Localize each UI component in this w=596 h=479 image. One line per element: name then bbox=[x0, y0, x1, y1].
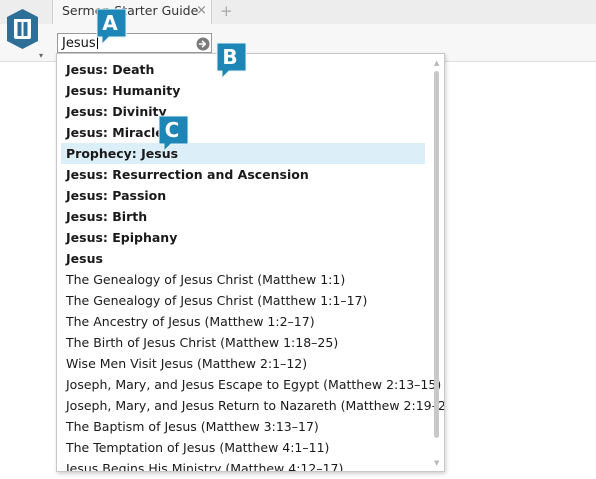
list-item[interactable]: Jesus Begins His Ministry (Matthew 4:12–… bbox=[61, 458, 425, 471]
suggestion-list: Jesus: Death Jesus: Humanity Jesus: Divini… bbox=[61, 59, 444, 471]
list-item[interactable]: Jesus: Humanity bbox=[61, 80, 425, 101]
list-item[interactable]: Jesus: Passion bbox=[61, 185, 425, 206]
chevron-down-icon[interactable]: ▾ bbox=[39, 52, 43, 60]
list-item[interactable]: The Temptation of Jesus (Matthew 4:1–11) bbox=[61, 437, 425, 458]
list-item[interactable]: Jesus: Birth bbox=[61, 206, 425, 227]
scroll-up-icon[interactable]: ▲ bbox=[434, 59, 439, 67]
scrollbar[interactable]: ▲ ▼ bbox=[431, 54, 444, 471]
tab-title: Sermon Starter Guide bbox=[62, 3, 199, 18]
callout-b: B bbox=[216, 42, 248, 80]
list-item[interactable]: Jesus: Divinity bbox=[61, 101, 425, 122]
go-arrow-icon[interactable] bbox=[196, 36, 210, 51]
callout-letter: A bbox=[102, 11, 118, 35]
app-window: Sermon Starter Guide × + ▾ Jesus Jesus: … bbox=[0, 0, 596, 479]
tab-strip: Sermon Starter Guide × + bbox=[0, 0, 596, 24]
callout-letter: B bbox=[222, 45, 238, 69]
add-tab-icon[interactable]: + bbox=[220, 2, 233, 20]
list-item[interactable]: The Birth of Jesus Christ (Matthew 1:18–… bbox=[61, 332, 425, 353]
search-suggestions-dropdown: Jesus: Death Jesus: Humanity Jesus: Divini… bbox=[56, 53, 445, 472]
list-item[interactable]: Jesus: Miracles bbox=[61, 122, 425, 143]
callout-c: C bbox=[158, 115, 190, 153]
tab-sermon-starter-guide[interactable]: Sermon Starter Guide × bbox=[52, 0, 212, 24]
list-item[interactable]: Jesus: Resurrection and Ascension bbox=[61, 164, 425, 185]
search-input-value: Jesus bbox=[62, 35, 98, 51]
scroll-down-icon[interactable]: ▼ bbox=[434, 459, 439, 467]
list-item[interactable]: Wise Men Visit Jesus (Matthew 2:1–12) bbox=[61, 353, 425, 374]
close-icon[interactable]: × bbox=[196, 3, 207, 19]
callout-a: A bbox=[96, 8, 128, 46]
list-item[interactable]: The Baptism of Jesus (Matthew 3:13–17) bbox=[61, 416, 425, 437]
list-item[interactable]: Jesus: Epiphany bbox=[61, 227, 425, 248]
list-item[interactable]: The Genealogy of Jesus Christ (Matthew 1… bbox=[61, 269, 425, 290]
list-item[interactable]: The Ancestry of Jesus (Matthew 1:2–17) bbox=[61, 311, 425, 332]
scrollbar-thumb[interactable] bbox=[434, 71, 439, 438]
list-item[interactable]: Joseph, Mary, and Jesus Escape to Egypt … bbox=[61, 374, 441, 395]
list-item-selected[interactable]: Prophecy: Jesus bbox=[61, 143, 425, 164]
list-item[interactable]: Jesus bbox=[61, 248, 425, 269]
list-item[interactable]: Joseph, Mary, and Jesus Return to Nazare… bbox=[61, 395, 444, 416]
list-item[interactable]: The Genealogy of Jesus Christ (Matthew 1… bbox=[61, 290, 425, 311]
logos-logo-icon[interactable] bbox=[5, 8, 40, 50]
search-input[interactable]: Jesus bbox=[57, 33, 212, 53]
callout-letter: C bbox=[164, 118, 180, 142]
